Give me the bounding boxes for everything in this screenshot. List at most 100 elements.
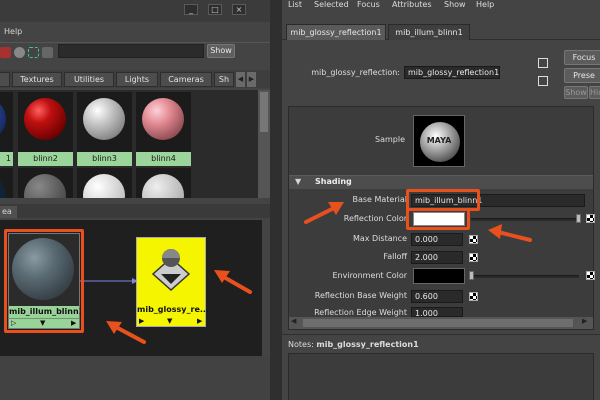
graph-icon[interactable] (0, 47, 11, 58)
swatch-label: blinn3 (77, 152, 132, 166)
highlight-box (406, 208, 470, 230)
node-mib-glossy-reflection1[interactable]: mib_glossy_re... ▶ ▼ ▶ (136, 237, 209, 327)
sample-label: Sample (375, 135, 405, 144)
hypershade-status-area (0, 356, 270, 400)
swatch-row2-4[interactable] (136, 168, 191, 198)
swatch-row2-3[interactable] (77, 168, 132, 198)
highlight-box (4, 229, 84, 333)
presets-button[interactable]: Prese (564, 68, 600, 83)
tab-scroll-left-icon[interactable]: ◀ (236, 72, 245, 87)
work-area-tab-label[interactable]: ea (0, 206, 17, 218)
scroll-left-icon[interactable]: ◀ (291, 317, 296, 325)
tab-lights[interactable]: Lights (116, 72, 158, 87)
reflection-base-weight-map-icon[interactable] (469, 292, 478, 301)
ae-menubar: List Selected Focus Attributes Show Help (282, 0, 600, 12)
material-ball (142, 98, 184, 140)
tab-mib-illum-blinn1[interactable]: mib_illum_blinn1 (388, 24, 470, 40)
focus-button[interactable]: Focus (564, 50, 600, 65)
tab-cameras[interactable]: Cameras (160, 72, 212, 87)
swatch-blinn3[interactable]: blinn3 (77, 92, 132, 166)
ae-node-tabs: mib_glossy_reflection1 mib_illum_blinn1 (282, 22, 600, 40)
annotation-arrow-icon (488, 224, 532, 242)
menu-list[interactable]: List (288, 0, 302, 9)
reflection-base-weight-field[interactable]: 0.600 (411, 290, 463, 303)
reflection-color-slider[interactable] (471, 218, 579, 221)
notes-textarea[interactable] (288, 353, 594, 400)
reflection-edge-weight-field[interactable]: 1.000 (411, 307, 463, 317)
swatch-row2-1[interactable] (0, 168, 13, 198)
swatch-row2-2[interactable] (18, 168, 73, 198)
falloff-map-icon[interactable] (469, 253, 478, 262)
swatch-blinn4[interactable]: blinn4 (136, 92, 191, 166)
hide-button[interactable]: Hide (589, 86, 600, 99)
scrollbar-thumb[interactable] (260, 92, 268, 132)
tab-shading-groups[interactable]: Sh (214, 72, 234, 87)
scroll-right-icon[interactable]: ▶ (582, 317, 587, 325)
ae-horizontal-scrollbar[interactable]: ◀ ▶ (289, 317, 593, 329)
hypershade-search-input[interactable] (58, 44, 204, 58)
output-port-icon[interactable]: ▶ (197, 317, 202, 326)
swatch-label: blinn2 (18, 152, 73, 166)
notes-node-name: mib_glossy_reflection1 (316, 340, 419, 349)
max-distance-field[interactable]: 0.000 (411, 233, 463, 246)
connection-line (80, 278, 138, 284)
node-name-field[interactable]: mib_glossy_reflection1 (404, 66, 500, 79)
material-ball (83, 174, 125, 198)
tab-scroll-right-icon[interactable]: ▶ (247, 72, 256, 87)
environment-color-slider-knob[interactable] (469, 271, 474, 280)
falloff-field[interactable]: 2.000 (411, 251, 463, 264)
environment-color-label: Environment Color (332, 271, 407, 280)
glossy-node-icon (151, 249, 191, 292)
hypershade-titlebar: _ □ × (0, 0, 270, 22)
node-label: mib_glossy_re... (137, 305, 209, 314)
shading-section-title: Shading (315, 177, 352, 186)
notes-prefix: Notes: (288, 340, 314, 349)
maximize-button[interactable]: □ (208, 4, 222, 15)
tab-utilities[interactable]: Utilities (64, 72, 114, 87)
close-button[interactable]: × (232, 4, 246, 15)
show-button[interactable]: Show (564, 86, 588, 99)
swatch-blinn2[interactable]: blinn2 (18, 92, 73, 166)
material-ball (24, 98, 66, 140)
notes-label: Notes: mib_glossy_reflection1 (288, 340, 419, 349)
menu-attributes[interactable]: Attributes (392, 0, 432, 9)
expand-icon[interactable]: ▼ (167, 317, 172, 326)
hypershade-show-button[interactable]: Show (207, 44, 235, 58)
output-connection-icon[interactable] (538, 76, 548, 86)
annotation-arrow-icon (214, 270, 252, 294)
scrollbar-thumb[interactable] (303, 319, 573, 327)
grid-icon[interactable] (42, 47, 53, 58)
tab-textures[interactable]: Textures (12, 72, 62, 87)
hypershade-tab-bar: Textures Utilities Lights Cameras Sh ◀ ▶ (0, 70, 270, 88)
environment-color-map-icon[interactable] (586, 271, 595, 280)
tab-mib-glossy-reflection1[interactable]: mib_glossy_reflection1 (286, 24, 386, 40)
material-ball (142, 174, 184, 198)
shading-section-header[interactable]: ▼ Shading (289, 175, 593, 189)
reflection-color-map-icon[interactable] (586, 214, 595, 223)
pane-divider[interactable] (270, 0, 282, 400)
swatch-label: 1 (0, 152, 13, 166)
input-connection-icon[interactable] (538, 58, 548, 68)
environment-color-slider[interactable] (471, 275, 579, 278)
collapse-arrow-icon[interactable]: ▼ (295, 177, 301, 186)
clear-graph-icon[interactable] (14, 47, 25, 58)
annotation-arrow-icon (304, 202, 344, 224)
minimize-button[interactable]: _ (184, 4, 198, 15)
menu-help[interactable]: Help (476, 0, 494, 9)
menu-show[interactable]: Show (444, 0, 466, 9)
swatch-scrollbar[interactable] (258, 90, 270, 198)
tab-materials[interactable] (0, 72, 10, 87)
reflection-edge-weight-label: Reflection Edge Weight (314, 308, 407, 317)
node-type-label: mib_glossy_reflection: (311, 68, 400, 77)
max-distance-map-icon[interactable] (469, 235, 478, 244)
swatch-blinn1[interactable]: 1 (0, 92, 13, 166)
maya-logo-text: MAYA (426, 136, 452, 145)
reflection-color-slider-knob[interactable] (576, 214, 581, 223)
menu-help[interactable]: Help (4, 27, 22, 36)
menu-focus[interactable]: Focus (357, 0, 380, 9)
environment-color-swatch[interactable] (413, 268, 465, 284)
menu-selected[interactable]: Selected (314, 0, 349, 9)
material-ball (0, 174, 6, 198)
rearrange-graph-icon[interactable] (28, 47, 39, 58)
notes-section: Notes: mib_glossy_reflection1 (282, 334, 600, 400)
